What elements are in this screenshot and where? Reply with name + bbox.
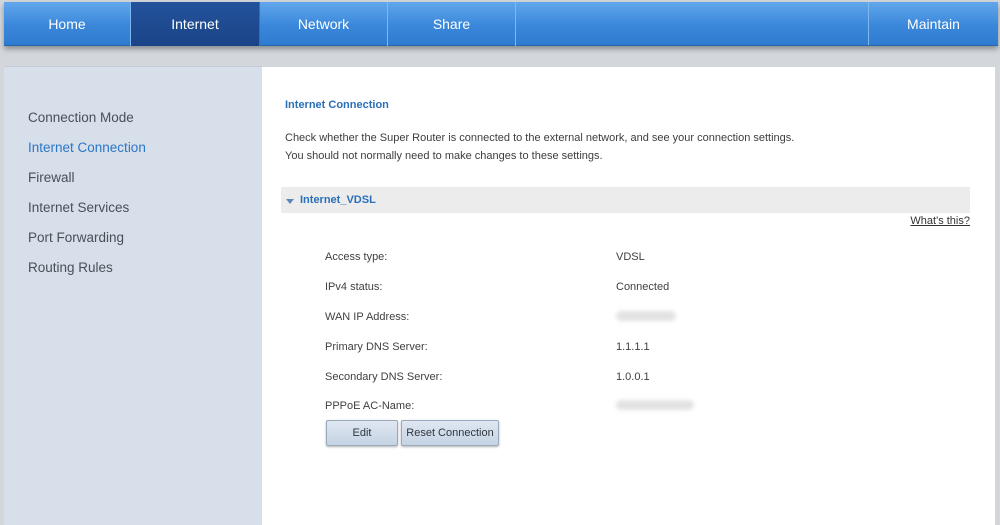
sidebar-item-firewall[interactable]: Firewall [4,163,262,193]
page-description: Check whether the Super Router is connec… [285,129,965,165]
sidebar-item-internet-connection[interactable]: Internet Connection [4,133,262,163]
detail-row-secondary-dns: Secondary DNS Server: 1.0.0.1 [325,371,925,387]
nav-tab-maintain[interactable]: Maintain [869,2,998,46]
sidebar: Connection Mode Internet Connection Fire… [4,66,262,525]
sidebar-item-connection-mode[interactable]: Connection Mode [4,103,262,133]
wan-ip-label: WAN IP Address: [325,311,410,323]
sidebar-item-routing-rules[interactable]: Routing Rules [4,253,262,283]
description-line-2: You should not normally need to make cha… [285,150,603,162]
wan-ip-value-redacted [616,311,676,324]
sidebar-item-port-forwarding[interactable]: Port Forwarding [4,223,262,253]
primary-dns-value: 1.1.1.1 [616,341,650,353]
primary-dns-label: Primary DNS Server: [325,341,428,353]
detail-row-wan-ip: WAN IP Address: [325,311,925,327]
top-navigation: Home Internet Network Share Maintain [4,2,998,46]
reset-connection-button[interactable]: Reset Connection [401,420,499,446]
detail-row-access-type: Access type: VDSL [325,251,925,267]
detail-row-primary-dns: Primary DNS Server: 1.1.1.1 [325,341,925,357]
secondary-dns-label: Secondary DNS Server: [325,371,443,383]
ipv4-status-label: IPv4 status: [325,281,383,293]
nav-tab-home[interactable]: Home [4,2,131,46]
nav-spacer [516,2,869,45]
secondary-dns-value: 1.0.0.1 [616,371,650,383]
nav-tab-internet[interactable]: Internet [131,2,260,46]
edit-button[interactable]: Edit [326,420,398,446]
access-type-value: VDSL [616,251,645,263]
pppoe-ac-name-label: PPPoE AC-Name: [325,400,415,412]
access-type-label: Access type: [325,251,388,263]
triangle-down-icon [286,198,294,204]
description-line-1: Check whether the Super Router is connec… [285,132,795,144]
connection-section-header[interactable]: Internet_VDSL [281,187,970,213]
ipv4-status-value: Connected [616,281,670,293]
pppoe-ac-name-value-redacted [616,400,694,413]
sidebar-item-internet-services[interactable]: Internet Services [4,193,262,223]
main-panel: Internet Connection Check whether the Su… [262,67,995,525]
connection-section-label: Internet_VDSL [300,194,376,206]
detail-row-ipv4-status: IPv4 status: Connected [325,281,925,297]
nav-tab-network[interactable]: Network [260,2,388,46]
page-title: Internet Connection [285,99,389,111]
nav-tab-share[interactable]: Share [388,2,516,46]
detail-row-pppoe-ac-name: PPPoE AC-Name: [325,400,925,416]
whats-this-link[interactable]: What's this? [910,215,970,227]
